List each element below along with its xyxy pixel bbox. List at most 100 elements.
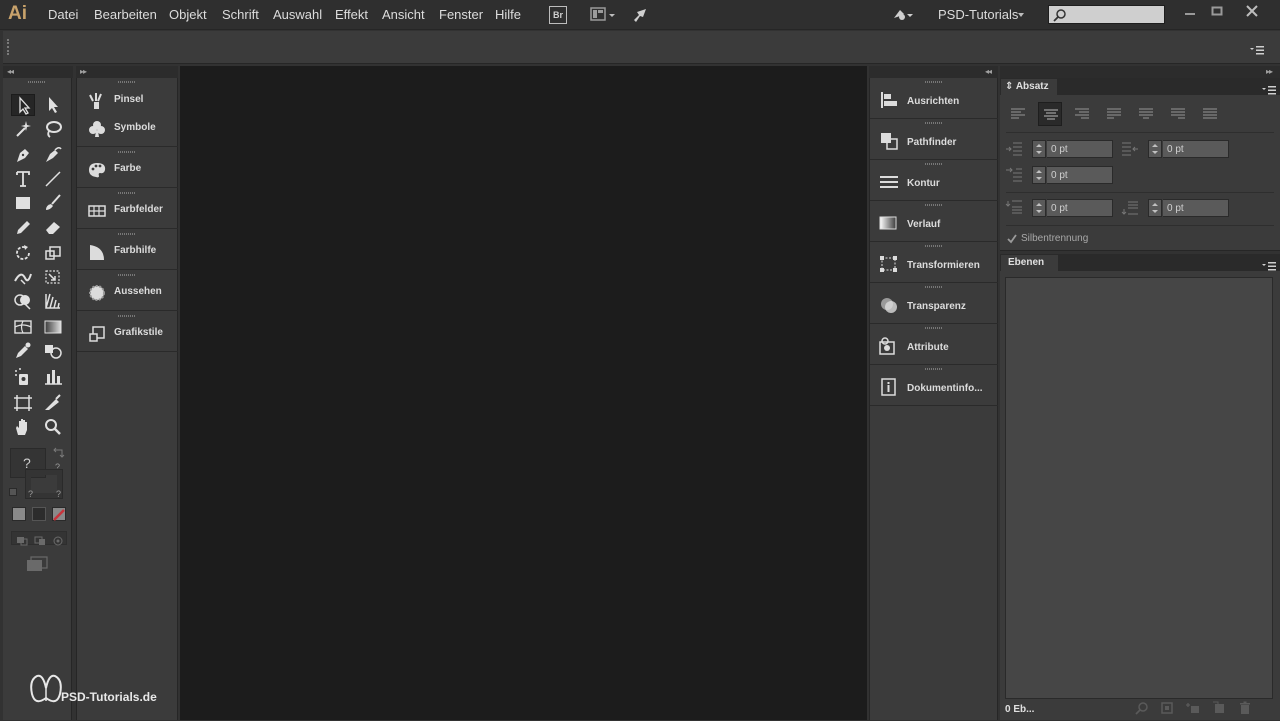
panel-menu-icon[interactable] <box>1250 42 1264 55</box>
first-line-indent-input[interactable] <box>1047 166 1113 184</box>
panel-farbe[interactable]: Farbe <box>77 157 178 183</box>
color-mode-button[interactable] <box>12 507 26 521</box>
shape-builder-tool-icon[interactable] <box>11 290 35 312</box>
panel-group-grip[interactable] <box>925 81 943 83</box>
panel-grafikstile[interactable]: Grafikstile <box>77 321 178 347</box>
draw-behind-icon[interactable] <box>33 533 47 545</box>
panel-group-grip[interactable] <box>118 233 136 235</box>
panel-verlauf[interactable]: Verlauf <box>870 201 998 242</box>
screen-mode-icon[interactable] <box>26 556 48 572</box>
new-sublayer-icon[interactable] <box>1184 700 1200 716</box>
justify-last-center-button[interactable] <box>1134 102 1158 126</box>
type-tool-icon[interactable] <box>11 168 35 190</box>
blend-tool-icon[interactable] <box>41 340 65 362</box>
panel-group-grip[interactable] <box>118 315 136 317</box>
menu-bearbeiten[interactable]: Bearbeiten <box>94 7 157 22</box>
expand-panels-icon[interactable]: ◂◂ <box>985 66 992 78</box>
curvature-tool-icon[interactable] <box>41 144 65 166</box>
panel-aussehen[interactable]: Aussehen <box>77 280 178 306</box>
justify-last-right-button[interactable] <box>1166 102 1190 126</box>
search-box[interactable] <box>1048 5 1165 24</box>
arrange-documents-icon[interactable] <box>590 6 618 24</box>
symbol-sprayer-tool-icon[interactable] <box>11 366 35 388</box>
toolbox-grip[interactable] <box>28 81 46 83</box>
artboard-tool-icon[interactable] <box>11 392 35 414</box>
left-panels-collapse-strip[interactable]: ▸▸ <box>76 66 178 78</box>
left-indent-stepper[interactable] <box>1032 140 1046 158</box>
slice-tool-icon[interactable] <box>41 392 65 414</box>
bridge-icon[interactable]: Br <box>549 6 567 24</box>
space-before-input[interactable] <box>1047 199 1113 217</box>
align-center-button[interactable] <box>1038 102 1062 126</box>
panel-transformieren[interactable]: Transformieren <box>870 242 998 283</box>
selection-tool-icon[interactable] <box>11 94 35 116</box>
free-transform-tool-icon[interactable] <box>41 266 65 288</box>
align-right-button[interactable] <box>1070 102 1094 126</box>
menu-datei[interactable]: Datei <box>48 7 78 22</box>
width-tool-icon[interactable] <box>11 266 35 288</box>
hyphenation-checkbox[interactable] <box>1006 232 1018 244</box>
gradient-tool-icon[interactable] <box>41 316 65 338</box>
panel-group-grip[interactable] <box>118 151 136 153</box>
right-panel-collapse-strip[interactable]: ▸▸ <box>1000 66 1280 78</box>
justify-all-button[interactable] <box>1198 102 1222 126</box>
first-line-indent-stepper[interactable] <box>1032 166 1046 184</box>
panel-kontur[interactable]: Kontur <box>870 160 998 201</box>
tab-absatz[interactable]: ⇕ Absatz <box>1001 79 1057 95</box>
draw-normal-icon[interactable] <box>15 533 29 546</box>
mesh-tool-icon[interactable] <box>11 316 35 338</box>
left-indent-input[interactable] <box>1047 140 1113 158</box>
rotate-tool-icon[interactable] <box>11 242 35 264</box>
align-left-button[interactable] <box>1006 102 1030 126</box>
new-layer-icon[interactable] <box>1211 700 1227 716</box>
document-canvas[interactable] <box>180 66 867 720</box>
zoom-tool-icon[interactable] <box>41 416 65 438</box>
right-indent-stepper[interactable] <box>1148 140 1162 158</box>
menu-ansicht[interactable]: Ansicht <box>382 7 425 22</box>
menu-effekt[interactable]: Effekt <box>335 7 368 22</box>
panel-ausrichten[interactable]: Ausrichten <box>870 78 998 119</box>
pen-tool-icon[interactable] <box>11 144 35 166</box>
panel-group-grip[interactable] <box>925 245 943 247</box>
menu-fenster[interactable]: Fenster <box>439 7 483 22</box>
locate-object-icon[interactable] <box>1134 700 1150 716</box>
eraser-tool-icon[interactable] <box>41 216 65 238</box>
panel-attribute[interactable]: Attribute <box>870 324 998 365</box>
rectangle-tool-icon[interactable] <box>11 192 35 214</box>
maximize-button[interactable] <box>1208 3 1226 21</box>
minimize-button[interactable] <box>1181 3 1199 21</box>
default-colors-icon[interactable] <box>9 488 17 496</box>
menu-auswahl[interactable]: Auswahl <box>273 7 322 22</box>
space-after-stepper[interactable] <box>1148 199 1162 217</box>
panel-menu-icon[interactable] <box>1262 82 1276 95</box>
panel-group-grip[interactable] <box>925 368 943 370</box>
sync-settings-icon[interactable] <box>891 6 915 24</box>
panel-pathfinder[interactable]: Pathfinder <box>870 119 998 160</box>
panel-farbhilfe[interactable]: Farbhilfe <box>77 239 178 265</box>
panel-symbole[interactable]: Symbole <box>77 116 178 142</box>
pencil-tool-icon[interactable] <box>11 216 35 238</box>
panel-menu-icon[interactable] <box>1262 258 1276 271</box>
panel-farbfelder[interactable]: Farbfelder <box>77 198 178 224</box>
right-dock-collapse-strip[interactable]: ◂◂ <box>869 66 998 78</box>
collapse-arrows-icon[interactable]: ◂◂ <box>7 66 14 78</box>
panel-group-grip[interactable] <box>925 286 943 288</box>
panel-dokumentinfo[interactable]: Dokumentinfo... <box>870 365 998 406</box>
expand-arrows-icon[interactable]: ▸▸ <box>80 66 87 78</box>
lasso-tool-icon[interactable] <box>41 118 65 140</box>
justify-last-left-button[interactable] <box>1102 102 1126 126</box>
menu-objekt[interactable]: Objekt <box>169 7 207 22</box>
search-input[interactable] <box>1067 7 1162 22</box>
line-segment-tool-icon[interactable] <box>41 168 65 190</box>
magic-wand-tool-icon[interactable] <box>11 118 35 140</box>
gpu-performance-icon[interactable] <box>631 6 651 24</box>
make-clipping-mask-icon[interactable] <box>1159 700 1175 716</box>
panel-group-grip[interactable] <box>118 81 136 83</box>
panel-pinsel[interactable]: Pinsel <box>77 88 178 114</box>
gradient-mode-button[interactable] <box>32 507 46 521</box>
panel-group-grip[interactable] <box>118 274 136 276</box>
column-graph-tool-icon[interactable] <box>41 366 65 388</box>
hand-tool-icon[interactable] <box>11 416 35 438</box>
direct-selection-tool-icon[interactable] <box>41 94 65 116</box>
panel-group-grip[interactable] <box>925 204 943 206</box>
